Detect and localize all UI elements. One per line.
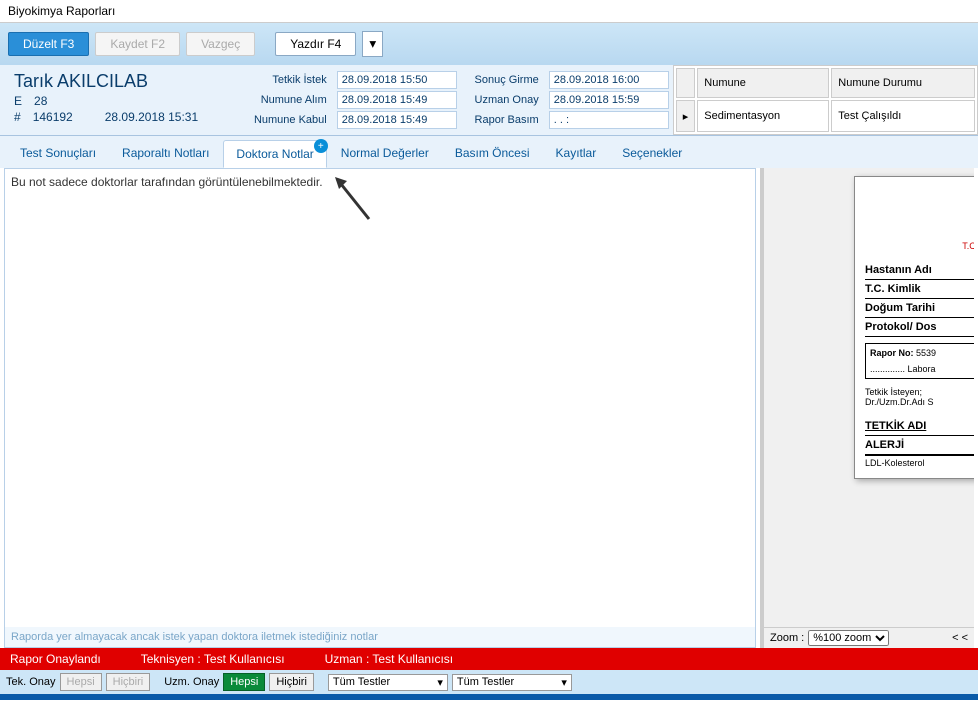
status-spec: Uzman : Test Kullanıcısı: [325, 652, 454, 666]
bottom-strip: [0, 694, 978, 700]
spec-value: Test Kullanıcısı: [372, 652, 453, 666]
tests-select-2[interactable]: Tüm Testler▾: [452, 674, 572, 691]
window-titlebar: Biyokimya Raporları: [0, 0, 978, 23]
sample-col-status: Numune Durumu: [831, 68, 975, 98]
file-no: 146192: [33, 110, 73, 124]
sample-col-name: Numune: [697, 68, 829, 98]
uzm-hicbiri-button[interactable]: Hiçbiri: [269, 673, 314, 691]
status-tech: Teknisyen : Test Kullanıcısı: [141, 652, 285, 666]
preview-panel: T.C. Sağlık Bakanlığı Hastanın Adı T.C. …: [760, 168, 974, 648]
patient-gender: E: [14, 94, 22, 108]
window-title: Biyokimya Raporları: [8, 4, 115, 18]
sample-accept-value: 28.09.2018 15:49: [337, 111, 457, 129]
tek-hepsi-button: Hepsi: [60, 673, 102, 691]
patient-name: Tarık AKILCILAB: [14, 71, 223, 92]
print-date-value: . . :: [549, 111, 669, 129]
file-no-prefix: #: [14, 110, 21, 124]
tab-options[interactable]: Seçenekler: [610, 140, 694, 168]
info-row: Tarık AKILCILAB E 28 # 146192 28.09.2018…: [0, 65, 978, 136]
tab-preprint[interactable]: Basım Öncesi: [443, 140, 542, 168]
doc-dob: Doğum Tarihi: [865, 299, 974, 318]
tech-label: Teknisyen :: [141, 652, 201, 666]
patient-age: 28: [34, 94, 47, 108]
ministry-text: T.C. Sağlık Bakanlığı: [865, 241, 974, 251]
sample-take-label: Numune Alım: [241, 94, 331, 106]
row-indicator: ▸: [676, 100, 696, 132]
doc-patient-name: Hastanın Adı: [865, 261, 974, 280]
sample-accept-label: Numune Kabul: [241, 114, 331, 126]
print-date-label: Rapor Basım: [463, 114, 543, 126]
result-label: Sonuç Girme: [463, 74, 543, 86]
tek-hicbiri-button: Hiçbiri: [106, 673, 151, 691]
sample-status: Test Çalışıldı: [831, 100, 975, 132]
main-area: Bu not sadece doktorlar tarafından görün…: [0, 168, 978, 648]
bottom-bar: Tek. Onay Hepsi Hiçbiri Uzm. Onay Hepsi …: [0, 670, 978, 694]
doc-tc: T.C. Kimlik: [865, 280, 974, 299]
table-row[interactable]: ▸ Sedimentasyon Test Çalışıldı: [676, 100, 975, 132]
tab-doctor-notes-label: Doktora Notlar: [236, 147, 313, 161]
doc-protocol: Protokol/ Dos: [865, 318, 974, 337]
patient-block: Tarık AKILCILAB E 28 # 146192 28.09.2018…: [0, 65, 237, 135]
ldl: LDL-Kolesterol: [865, 455, 974, 468]
result-value: 28.09.2018 16:00: [549, 71, 669, 89]
request-value: 28.09.2018 15:50: [337, 71, 457, 89]
cancel-button: Vazgeç: [186, 32, 255, 56]
sample-take-value: 28.09.2018 15:49: [337, 91, 457, 109]
sample-table: Numune Numune Durumu ▸ Sedimentasyon Tes…: [673, 65, 978, 135]
doc-rapor-no: Rapor No: 5539 .............. Labora: [865, 343, 974, 379]
alerji: ALERJİ: [865, 436, 974, 455]
note-text[interactable]: Bu not sadece doktorlar tarafından görün…: [5, 169, 755, 627]
zoom-select[interactable]: %100 zoom: [808, 630, 889, 646]
preview-footer: Zoom : %100 zoom < <: [764, 627, 974, 648]
nav-buttons[interactable]: < <: [952, 632, 968, 644]
requestor-label: Tetkik İsteyen;: [865, 387, 974, 397]
tab-subnotes[interactable]: Raporaltı Notları: [110, 140, 221, 168]
print-button[interactable]: Yazdır F4: [275, 32, 356, 56]
tab-records[interactable]: Kayıtlar: [544, 140, 609, 168]
uzm-onay-label: Uzm. Onay: [164, 676, 219, 688]
plus-badge-icon: +: [314, 139, 328, 153]
approval-value: 28.09.2018 15:59: [549, 91, 669, 109]
tabs-row: Test Sonuçları Raporaltı Notları Doktora…: [0, 136, 978, 168]
tech-value: Test Kullanıcısı: [204, 652, 285, 666]
sample-name: Sedimentasyon: [697, 100, 829, 132]
requestor-value: Dr./Uzm.Dr.Adı S: [865, 397, 974, 407]
rapor-no-value: 5539: [916, 348, 936, 358]
note-hint: Raporda yer almayacak ancak istek yapan …: [5, 627, 755, 647]
status-approved: Rapor Onaylandı: [10, 652, 101, 666]
zoom-label: Zoom :: [770, 632, 804, 644]
rapor-no-label: Rapor No:: [870, 348, 914, 358]
request-label: Tetkik İstek: [241, 74, 331, 86]
dates-block: Tetkik İstek 28.09.2018 15:50 Sonuç Girm…: [237, 65, 673, 135]
report-preview: T.C. Sağlık Bakanlığı Hastanın Adı T.C. …: [854, 176, 974, 479]
spec-label: Uzman :: [325, 652, 370, 666]
approval-label: Uzman Onay: [463, 94, 543, 106]
print-dropdown[interactable]: ▾: [362, 31, 383, 57]
file-date: 28.09.2018 15:31: [105, 110, 198, 124]
status-bar: Rapor Onaylandı Teknisyen : Test Kullanı…: [0, 648, 978, 670]
tek-onay-label: Tek. Onay: [6, 676, 56, 688]
tab-doctor-notes[interactable]: Doktora Notlar +: [223, 140, 326, 168]
labora-text: .............. Labora: [870, 364, 974, 374]
main-toolbar: Düzelt F3 Kaydet F2 Vazgeç Yazdır F4 ▾: [0, 23, 978, 65]
tests-select-1[interactable]: Tüm Testler▾: [328, 674, 448, 691]
tab-results[interactable]: Test Sonuçları: [8, 140, 108, 168]
note-panel: Bu not sadece doktorlar tarafından görün…: [4, 168, 756, 648]
tab-normal[interactable]: Normal Değerler: [329, 140, 441, 168]
edit-button[interactable]: Düzelt F3: [8, 32, 89, 56]
tetkik-adi: TETKİK ADI: [865, 417, 974, 436]
row-indicator-header: [676, 68, 696, 98]
save-button: Kaydet F2: [95, 32, 180, 56]
uzm-hepsi-button[interactable]: Hepsi: [223, 673, 265, 691]
